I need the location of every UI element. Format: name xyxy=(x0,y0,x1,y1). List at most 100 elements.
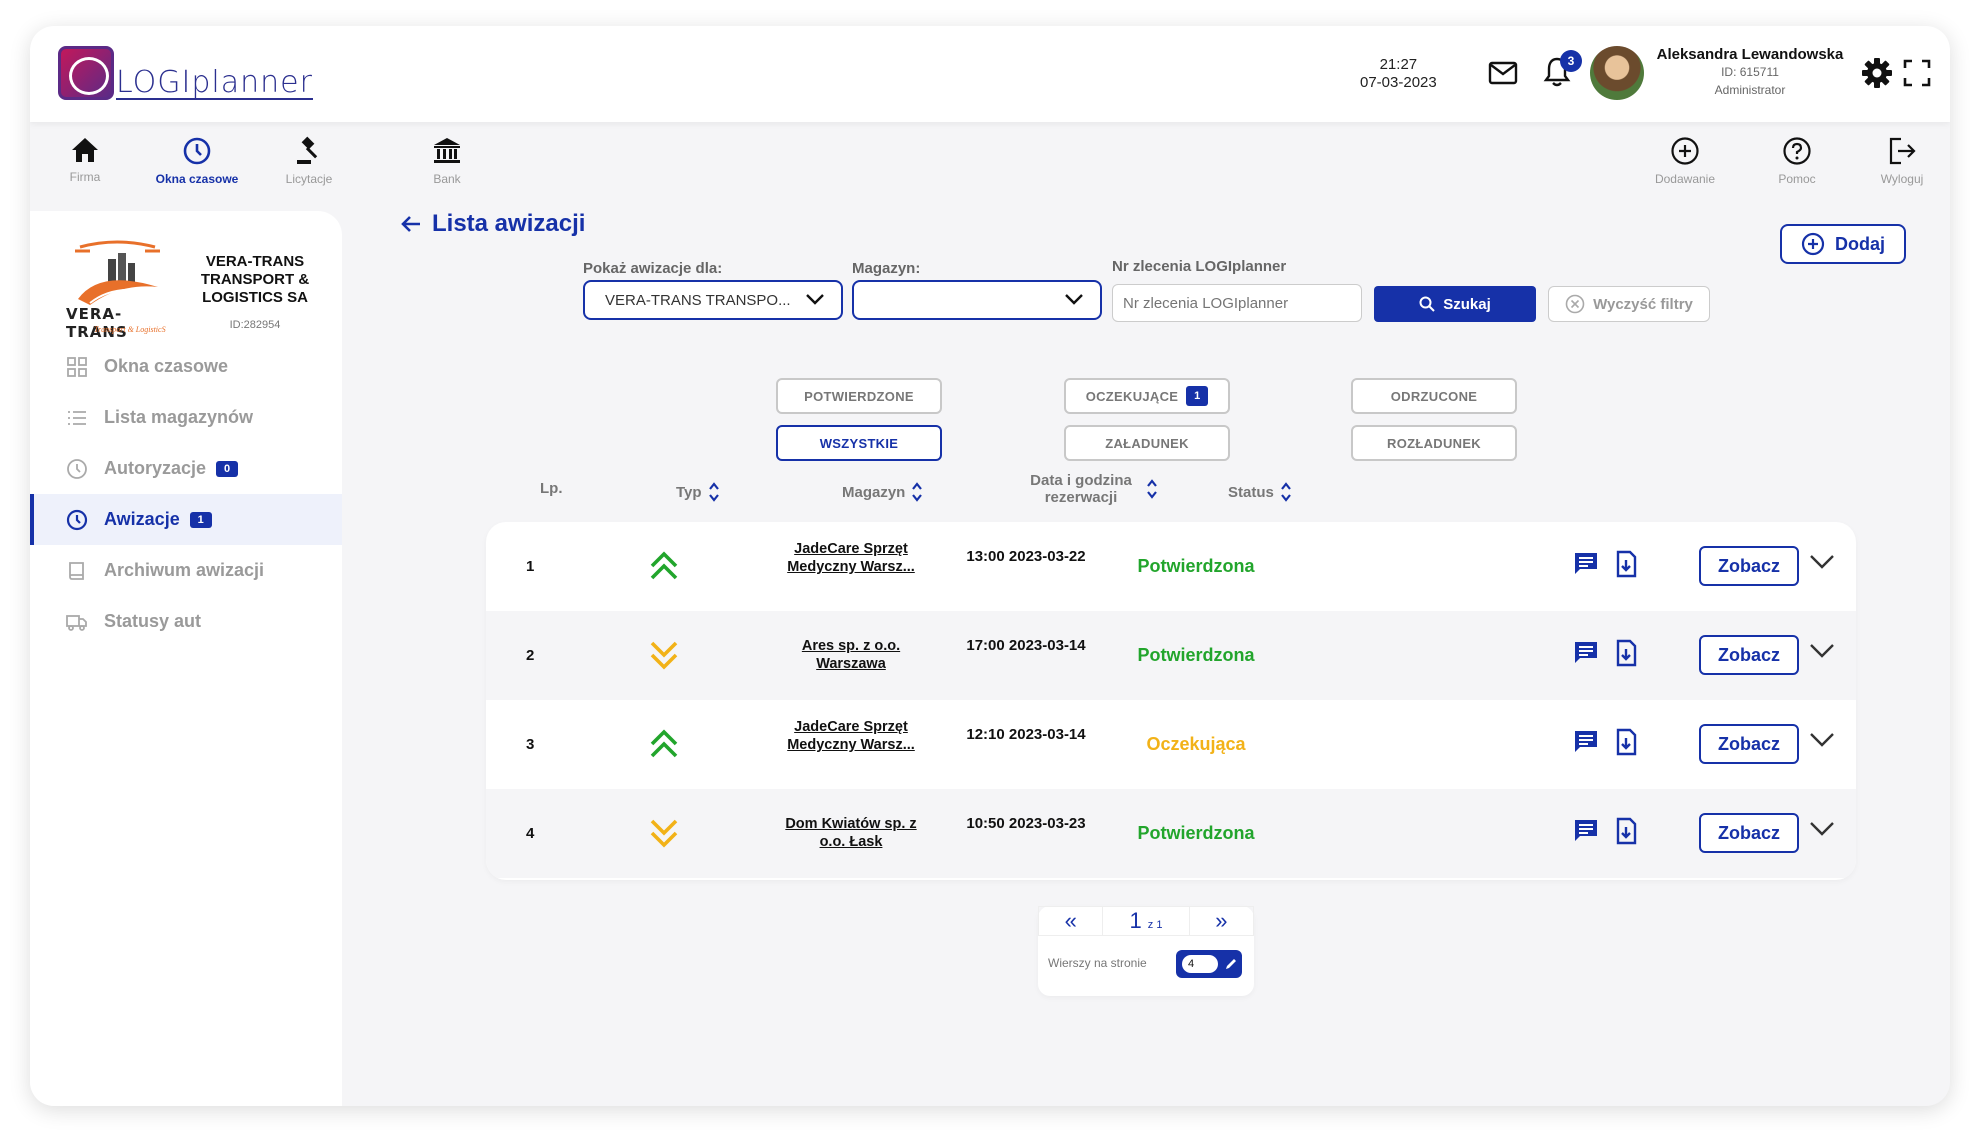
download-document-icon[interactable] xyxy=(1612,550,1642,580)
nav-dodawanie[interactable]: Dodawanie xyxy=(1630,136,1740,186)
nav-label: Bank xyxy=(433,172,461,186)
rows-per-page-field[interactable]: 4 xyxy=(1176,950,1242,978)
row-status: Oczekująca xyxy=(1146,734,1246,754)
row-warehouse-link[interactable]: JadeCare Sprzęt Medyczny Warsz... xyxy=(771,540,931,576)
rows-per-page-value[interactable]: 4 xyxy=(1182,955,1218,973)
loading-chevron-up-icon xyxy=(646,726,682,762)
mail-icon[interactable] xyxy=(1486,56,1520,90)
view-button[interactable]: Zobacz xyxy=(1699,635,1799,675)
user-info[interactable]: Aleksandra Lewandowska ID: 615711 Admini… xyxy=(1650,46,1850,99)
avatar[interactable] xyxy=(1590,46,1644,100)
warehouse-label: Magazyn: xyxy=(852,260,921,277)
help-icon xyxy=(1783,137,1811,165)
chevron-down-icon[interactable] xyxy=(1808,552,1838,582)
truck-icon xyxy=(66,614,87,631)
download-document-icon[interactable] xyxy=(1612,639,1642,669)
download-document-icon[interactable] xyxy=(1612,728,1642,758)
chevron-down-icon[interactable] xyxy=(1808,641,1838,671)
sidebar: VERA-TRANS Transport & LogisticS VERA-TR… xyxy=(30,211,342,1106)
nav-firma[interactable]: Firma xyxy=(30,136,140,184)
sidebar-item-lista-magazynow[interactable]: Lista magazynów xyxy=(30,392,342,443)
view-button[interactable]: Zobacz xyxy=(1699,724,1799,764)
clear-filters-button[interactable]: Wyczyść filtry xyxy=(1548,286,1710,322)
row-date: 13:00 2023-03-22 xyxy=(966,548,1086,565)
sidebar-item-okna-czasowe[interactable]: Okna czasowe xyxy=(30,341,342,392)
back-arrow-icon[interactable] xyxy=(400,214,422,234)
nav-wyloguj[interactable]: Wyloguj xyxy=(1854,136,1950,186)
awizacje-badge: 1 xyxy=(189,511,212,528)
company-id: ID:282954 xyxy=(229,319,281,331)
row-warehouse-link[interactable]: Dom Kwiatów sp. z o.o. Łask xyxy=(771,815,931,851)
user-name: Aleksandra Lewandowska xyxy=(1656,46,1844,63)
notification-badge: 3 xyxy=(1560,50,1582,72)
sidebar-item-statusy-aut[interactable]: Statusy aut xyxy=(30,596,342,647)
row-lp: 2 xyxy=(526,647,535,664)
search-icon xyxy=(1419,296,1435,312)
row-status: Potwierdzona xyxy=(1137,823,1255,843)
app-window: LOGIplanner 21:27 07-03-2023 3 Aleksandr… xyxy=(30,26,1950,1106)
header-magazyn[interactable]: Magazyn xyxy=(842,480,923,504)
sidebar-item-archiwum-awizacji[interactable]: Archiwum awizacji xyxy=(30,545,342,596)
row-warehouse-link[interactable]: Ares sp. z o.o. Warszawa xyxy=(771,637,931,673)
row-warehouse-link[interactable]: JadeCare Sprzęt Medyczny Warsz... xyxy=(771,718,931,754)
filter-label: OCZEKUJĄCE xyxy=(1085,388,1179,404)
nav-pomoc[interactable]: Pomoc xyxy=(1742,136,1852,186)
filter-loading-button[interactable]: ZAŁADUNEK xyxy=(1064,425,1230,461)
user-role: Administrator xyxy=(1714,83,1786,97)
chat-icon[interactable] xyxy=(1572,639,1602,669)
clock-icon xyxy=(67,458,87,479)
company-logo-text: VERA-TRANS xyxy=(66,305,128,341)
sort-icon xyxy=(708,482,719,502)
logiplanner-logo[interactable]: LOGIplanner xyxy=(58,46,313,100)
sidebar-item-autoryzacje[interactable]: Autoryzacje 0 xyxy=(30,443,342,494)
nav-okna-czasowe[interactable]: Okna czasowe xyxy=(142,136,252,186)
show-for-select[interactable]: VERA-TRANS TRANSPO... xyxy=(583,280,843,320)
table-row[interactable]: 4 Dom Kwiatów sp. z o.o. Łask 10:50 2023… xyxy=(486,789,1856,878)
row-status: Potwierdzona xyxy=(1137,556,1255,576)
plus-circle-icon xyxy=(1671,137,1699,165)
warehouse-select[interactable] xyxy=(852,280,1102,320)
nav-label: Firma xyxy=(69,170,101,184)
table-row[interactable]: 2 Ares sp. z o.o. Warszawa 17:00 2023-03… xyxy=(486,611,1856,700)
book-icon xyxy=(69,561,84,580)
fullscreen-icon[interactable] xyxy=(1900,56,1934,90)
search-button[interactable]: Szukaj xyxy=(1374,286,1536,322)
next-page-button[interactable]: » xyxy=(1190,907,1253,935)
prev-page-button[interactable]: « xyxy=(1039,907,1102,935)
nav-bank[interactable]: Bank xyxy=(392,136,502,186)
header-typ[interactable]: Typ xyxy=(676,480,720,504)
table-row[interactable]: 3 JadeCare Sprzęt Medyczny Warsz... 12:1… xyxy=(486,700,1856,789)
header-data[interactable]: Data i godzina rezerwacji xyxy=(1022,472,1158,506)
download-document-icon[interactable] xyxy=(1612,817,1642,847)
chat-icon[interactable] xyxy=(1572,728,1602,758)
chevron-down-icon[interactable] xyxy=(1808,730,1838,760)
filter-unloading-button[interactable]: ROZŁADUNEK xyxy=(1351,425,1517,461)
order-number-input[interactable] xyxy=(1112,284,1362,322)
filter-all-button[interactable]: WSZYSTKIE xyxy=(776,425,942,461)
chat-icon[interactable] xyxy=(1572,817,1602,847)
gear-icon[interactable] xyxy=(1860,56,1894,90)
sidebar-item-label: Statusy aut xyxy=(104,611,202,631)
header-status[interactable]: Status xyxy=(1228,480,1292,504)
filter-confirmed-button[interactable]: POTWIERDZONE xyxy=(776,378,942,414)
sort-icon xyxy=(1280,482,1291,502)
view-button[interactable]: Zobacz xyxy=(1699,546,1799,586)
view-button[interactable]: Zobacz xyxy=(1699,813,1799,853)
current-page: 1 z 1 xyxy=(1102,907,1190,935)
chat-icon[interactable] xyxy=(1572,550,1602,580)
filter-pending-button[interactable]: OCZEKUJĄCE 1 xyxy=(1064,378,1230,414)
add-button[interactable]: Dodaj xyxy=(1780,224,1906,264)
nav-licytacje[interactable]: Licytacje xyxy=(254,136,364,186)
sidebar-item-awizacje[interactable]: Awizacje 1 xyxy=(30,494,342,545)
chevron-down-icon xyxy=(806,294,824,305)
header-typ-label: Typ xyxy=(676,483,702,501)
header-data-label: Data i godzina rezerwacji xyxy=(1030,472,1132,506)
sort-icon xyxy=(1147,479,1157,499)
row-status: Potwierdzona xyxy=(1137,645,1255,665)
clock-time: 21:27 xyxy=(1379,56,1418,73)
table-row[interactable]: 1 JadeCare Sprzęt Medyczny Warsz... 13:0… xyxy=(486,522,1856,611)
sidebar-item-label: Lista magazynów xyxy=(104,407,254,427)
chevron-down-icon[interactable] xyxy=(1808,819,1838,849)
filter-rejected-button[interactable]: ODRZUCONE xyxy=(1351,378,1517,414)
sort-icon xyxy=(912,482,923,502)
